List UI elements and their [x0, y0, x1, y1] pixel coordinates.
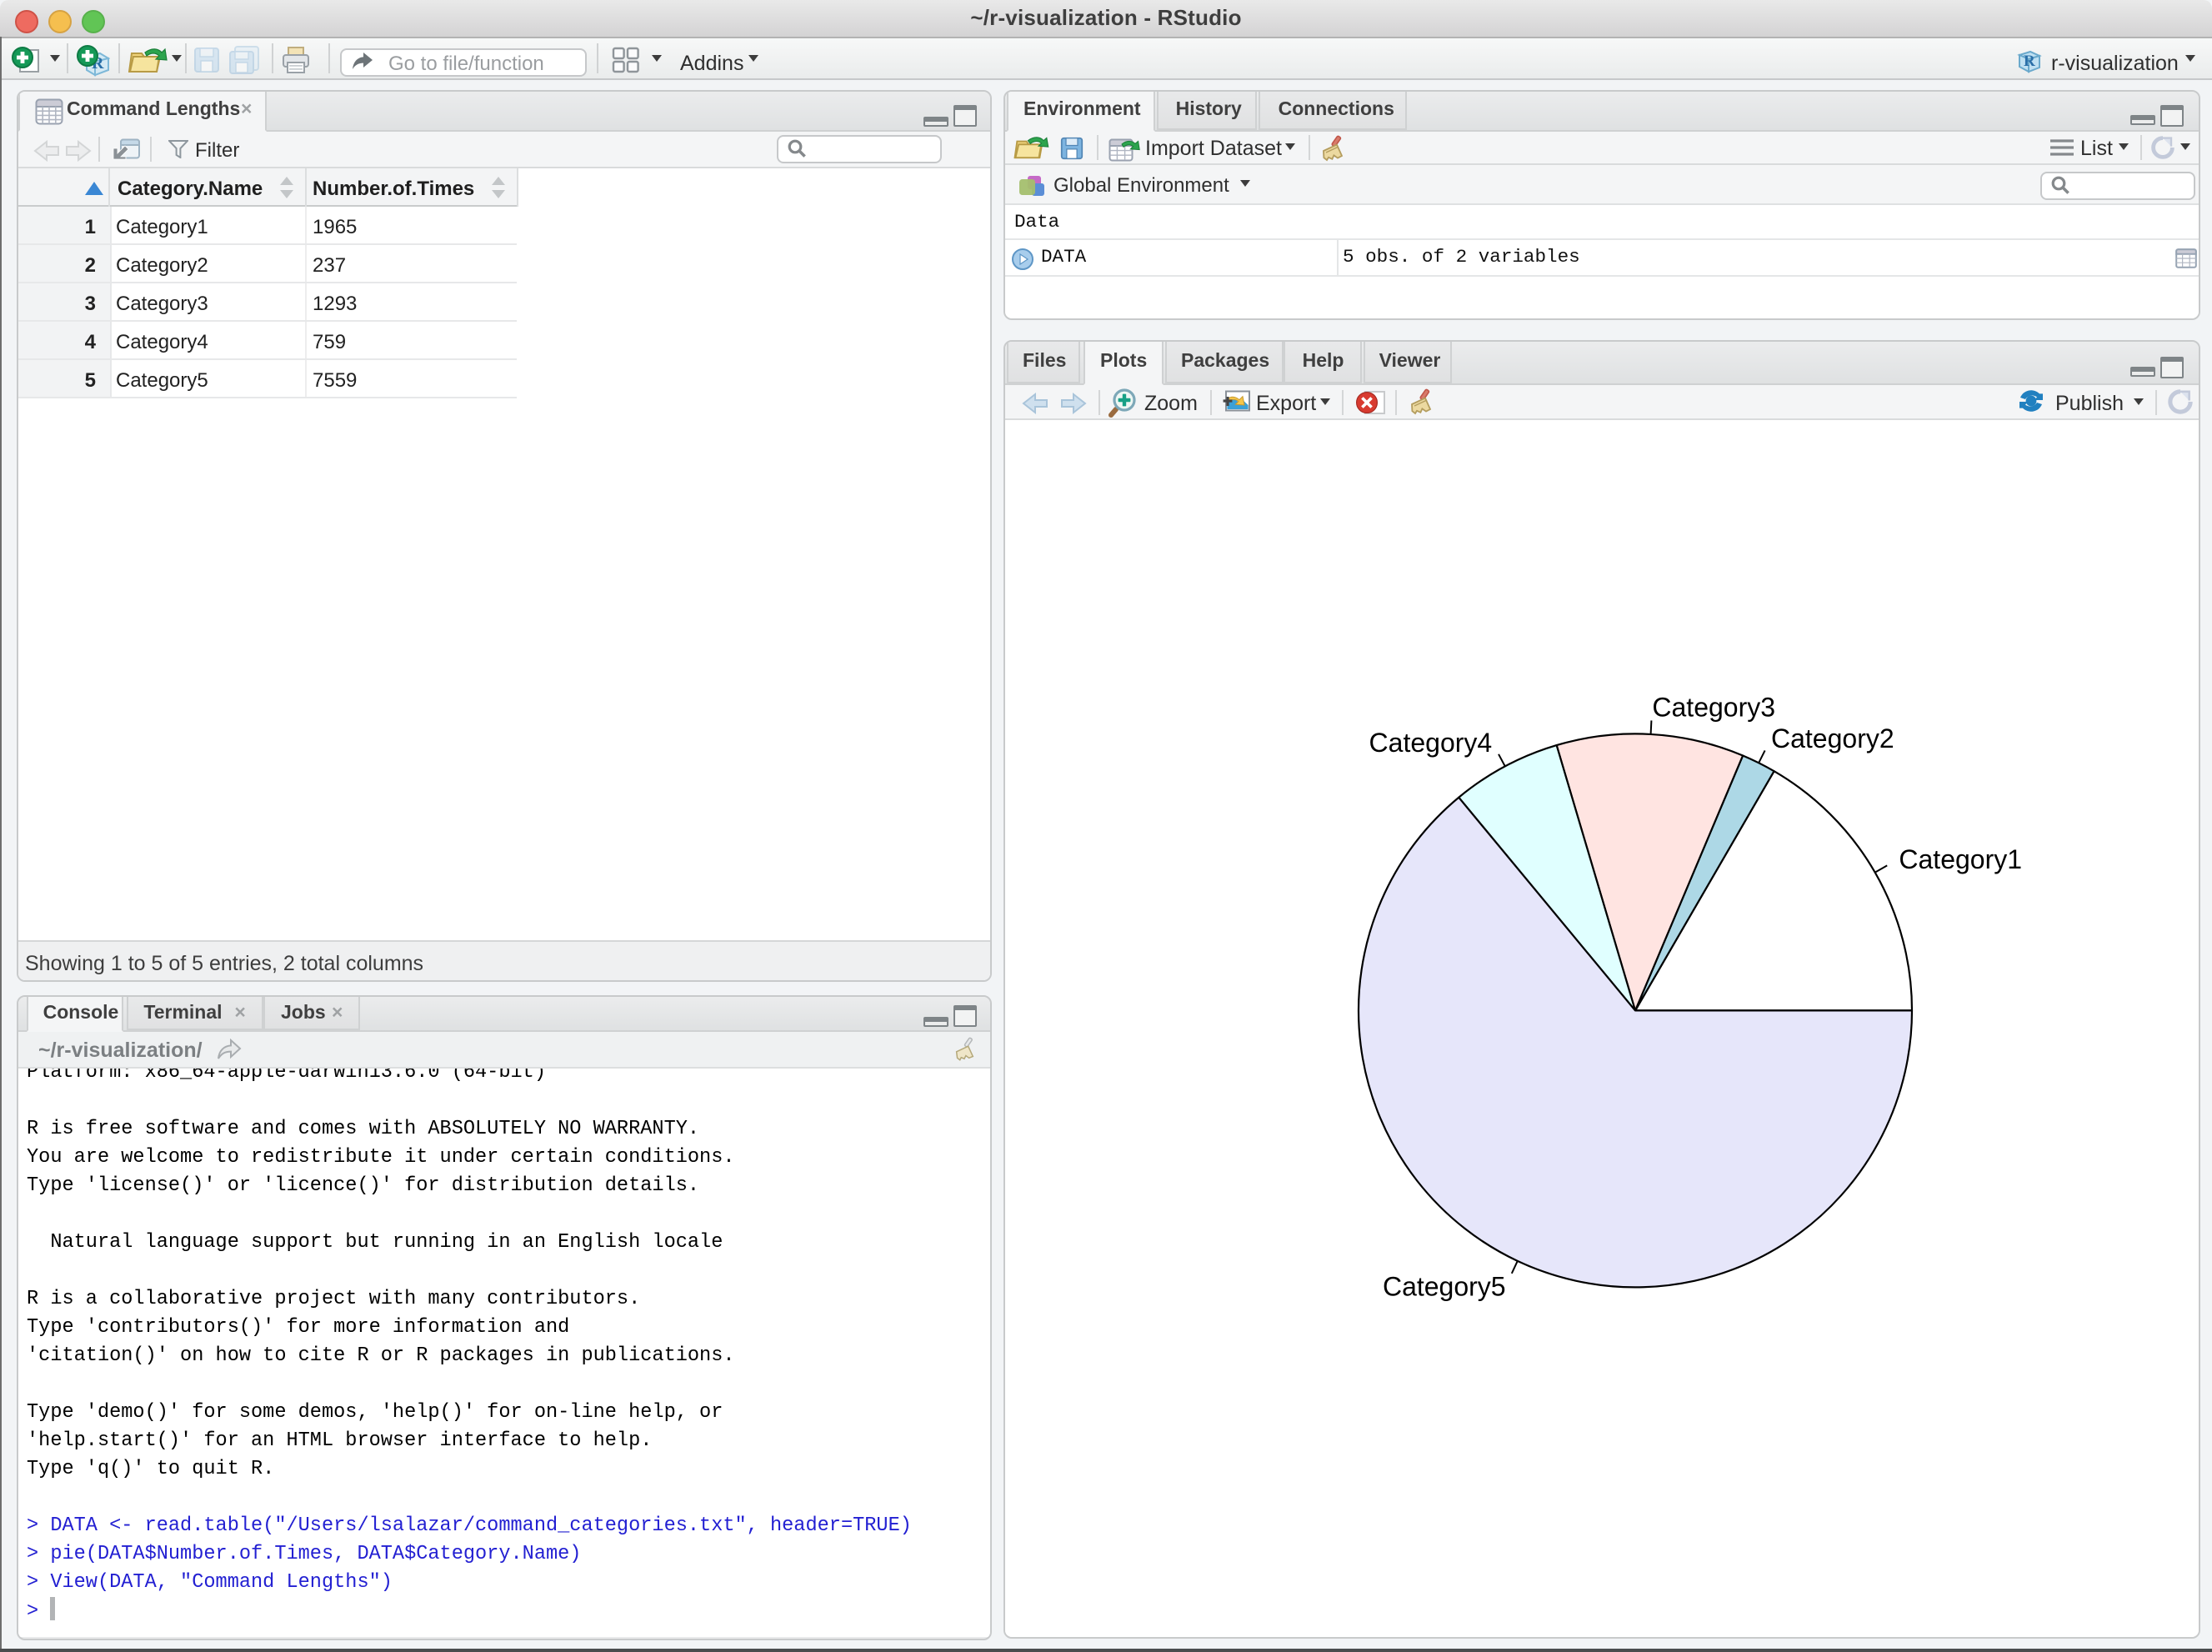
- svg-text:Category1: Category1: [1899, 844, 2022, 874]
- svg-text:Category2: Category2: [1771, 723, 1894, 753]
- svg-text:Category4: Category4: [1369, 727, 1493, 757]
- svg-text:Category3: Category3: [1652, 692, 1775, 722]
- svg-text:Category5: Category5: [1383, 1271, 1506, 1301]
- svg-text:R: R: [2024, 53, 2035, 70]
